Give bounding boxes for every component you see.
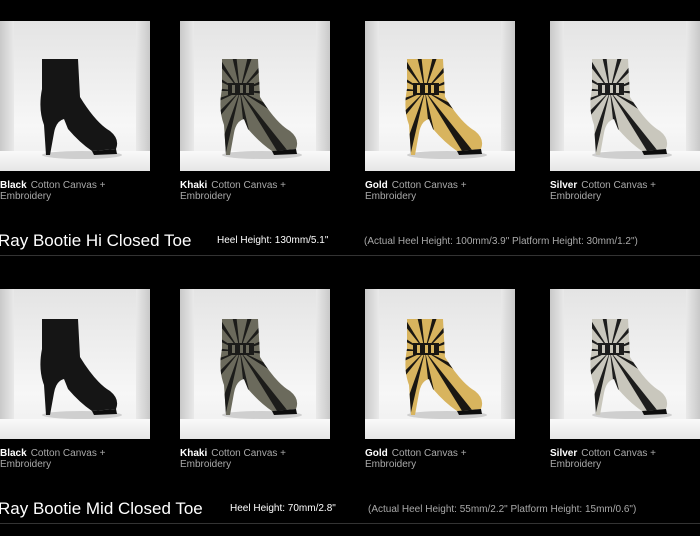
material-text: Cotton Canvas + xyxy=(30,180,106,191)
color-name[interactable]: Silver xyxy=(550,448,577,459)
product-tile[interactable]: Gold Cotton Canvas + Embroidery xyxy=(365,289,515,470)
material-text-2: Embroidery xyxy=(180,459,232,470)
product-name[interactable]: Ray Bootie Mid Closed Toe xyxy=(0,499,203,519)
material-text: Cotton Canvas + xyxy=(581,448,657,459)
product-caption: Gold Cotton Canvas + Embroidery xyxy=(365,448,515,470)
actual-heel-info: (Actual Heel Height: 55mm/2.2" Platform … xyxy=(368,504,637,515)
material-text-2: Embroidery xyxy=(365,191,417,202)
material-text: Cotton Canvas + xyxy=(391,448,467,459)
material-text-2: Embroidery xyxy=(365,459,417,470)
boot-image xyxy=(590,59,672,159)
actual-heel-info: (Actual Heel Height: 100mm/3.9" Platform… xyxy=(364,236,638,247)
boot-image xyxy=(590,319,672,419)
material-text-2: Embroidery xyxy=(550,191,602,202)
material-text-2: Embroidery xyxy=(0,459,52,470)
material-text: Cotton Canvas + xyxy=(211,448,286,459)
color-name[interactable]: Gold xyxy=(365,180,388,191)
product-caption: Khaki Cotton Canvas + Embroidery xyxy=(180,180,330,202)
product-tile[interactable]: Silver Cotton Canvas + Embroidery xyxy=(550,289,700,470)
material-text: Cotton Canvas + xyxy=(581,180,657,191)
product-image[interactable] xyxy=(180,289,330,439)
product-tile[interactable]: Black Cotton Canvas + Embroidery xyxy=(0,289,150,470)
product-tile[interactable]: Silver Cotton Canvas + Embroidery xyxy=(550,21,700,202)
product-caption: Silver Cotton Canvas + Embroidery xyxy=(550,180,700,202)
product-caption: Khaki Cotton Canvas + Embroidery xyxy=(180,448,330,470)
product-tile[interactable]: Khaki Cotton Canvas + Embroidery xyxy=(180,289,330,470)
product-image[interactable] xyxy=(180,21,330,171)
boot-image xyxy=(220,59,302,159)
product-caption: Black Cotton Canvas + Embroidery xyxy=(0,448,150,470)
boot-image xyxy=(40,319,122,419)
product-caption: Silver Cotton Canvas + Embroidery xyxy=(550,448,700,470)
product-image[interactable] xyxy=(550,21,700,171)
product-tile[interactable]: Khaki Cotton Canvas + Embroidery xyxy=(180,21,330,202)
color-name[interactable]: Khaki xyxy=(180,180,207,191)
boot-image xyxy=(220,319,302,419)
color-name[interactable]: Khaki xyxy=(180,448,207,459)
product-image[interactable] xyxy=(0,289,150,439)
product-page: Black Cotton Canvas + Embroidery Khaki Cot… xyxy=(0,0,700,536)
product-image[interactable] xyxy=(0,21,150,171)
product-image[interactable] xyxy=(365,289,515,439)
boot-image xyxy=(405,319,487,419)
product-title-bar: Ray Bootie Hi Closed Toe Heel Height: 13… xyxy=(0,227,700,256)
color-name[interactable]: Black xyxy=(0,448,27,459)
material-text-2: Embroidery xyxy=(550,459,602,470)
boot-image xyxy=(405,59,487,159)
heel-height: Heel Height: 130mm/5.1" xyxy=(217,235,329,246)
product-image[interactable] xyxy=(550,289,700,439)
material-text: Cotton Canvas + xyxy=(211,180,286,191)
material-text-2: Embroidery xyxy=(0,191,52,202)
heel-height: Heel Height: 70mm/2.8" xyxy=(230,503,336,514)
product-caption: Black Cotton Canvas + Embroidery xyxy=(0,180,150,202)
boot-image xyxy=(40,59,122,159)
product-image[interactable] xyxy=(365,21,515,171)
material-text: Cotton Canvas + xyxy=(30,448,106,459)
material-text: Cotton Canvas + xyxy=(391,180,467,191)
product-name[interactable]: Ray Bootie Hi Closed Toe xyxy=(0,231,191,251)
product-caption: Gold Cotton Canvas + Embroidery xyxy=(365,180,515,202)
product-tile[interactable]: Gold Cotton Canvas + Embroidery xyxy=(365,21,515,202)
material-text-2: Embroidery xyxy=(180,191,232,202)
color-name[interactable]: Black xyxy=(0,180,27,191)
color-name[interactable]: Gold xyxy=(365,448,388,459)
color-name[interactable]: Silver xyxy=(550,180,577,191)
product-title-bar: Ray Bootie Mid Closed Toe Heel Height: 7… xyxy=(0,495,700,524)
product-tile[interactable]: Black Cotton Canvas + Embroidery xyxy=(0,21,150,202)
